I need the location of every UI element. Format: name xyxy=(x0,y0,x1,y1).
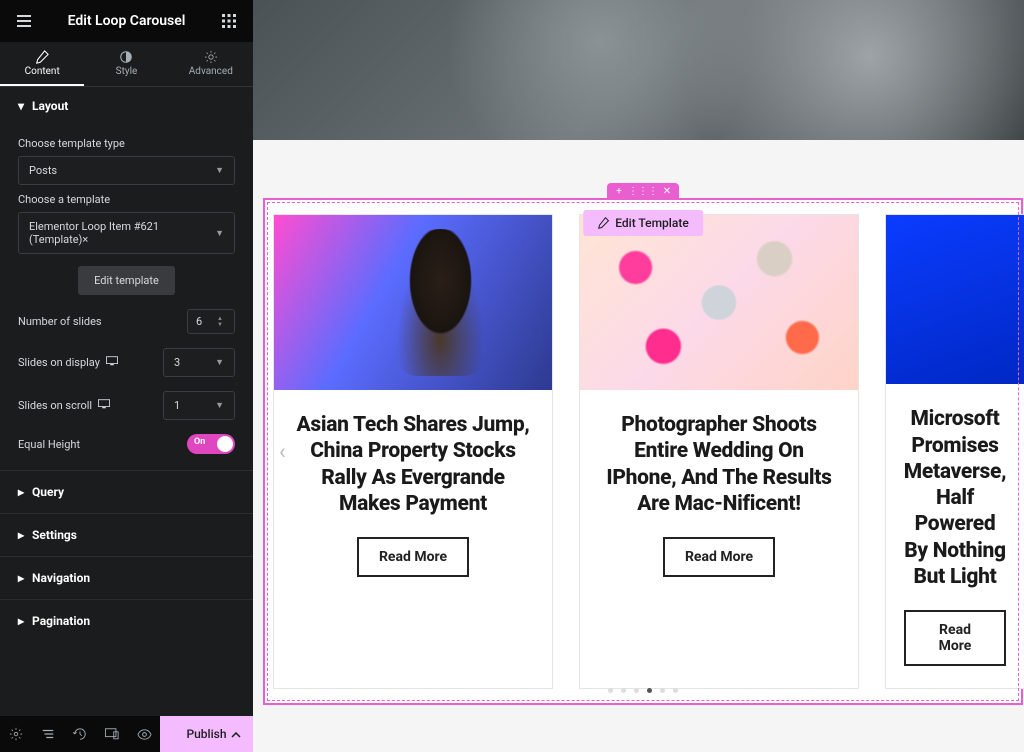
loop-carousel-widget[interactable]: + ⋮⋮⋮ ✕ Edit Template ‹ Asian Tech Share… xyxy=(263,198,1023,705)
edit-template-pill-label: Edit Template xyxy=(615,216,689,230)
section-title: Pagination xyxy=(32,614,90,628)
preview-icon[interactable] xyxy=(128,716,160,752)
sidebar-header: Edit Loop Carousel xyxy=(0,0,253,42)
select-value: Posts xyxy=(29,164,57,177)
select-value: 3 xyxy=(174,356,180,369)
card-image xyxy=(274,215,552,390)
equal-height-label: Equal Height xyxy=(18,438,80,451)
tab-label: Advanced xyxy=(189,66,233,77)
panel-body: ▾ Layout Choose template type Posts ▼ Ch… xyxy=(0,87,253,716)
select-value: 1 xyxy=(174,399,180,412)
pagination-dot[interactable] xyxy=(621,688,626,693)
section-navigation[interactable]: ▸ Navigation xyxy=(0,556,253,599)
edit-template-pill[interactable]: Edit Template xyxy=(583,210,703,236)
template-type-select[interactable]: Posts ▼ xyxy=(18,156,235,185)
toggle-value: On xyxy=(194,437,205,447)
publish-label: Publish xyxy=(186,727,226,741)
pagination-dot[interactable] xyxy=(673,688,678,693)
tab-label: Content xyxy=(25,66,60,77)
responsive-mode-icon[interactable] xyxy=(96,716,128,752)
widget-edit-handles: + ⋮⋮⋮ ✕ xyxy=(607,183,679,200)
publish-button[interactable]: Publish xyxy=(160,716,253,752)
hero-background-image xyxy=(253,0,1024,140)
template-type-label: Choose template type xyxy=(18,137,235,150)
responsive-icon[interactable] xyxy=(98,399,110,412)
stepper-arrows-icon: ▲▼ xyxy=(214,316,226,327)
menu-icon[interactable] xyxy=(12,9,36,33)
caret-right-icon: ▸ xyxy=(18,571,24,585)
pagination-dot[interactable] xyxy=(647,688,652,693)
tab-advanced[interactable]: Advanced xyxy=(169,42,253,86)
num-slides-input[interactable]: 6 ▲▼ xyxy=(187,309,235,334)
section-settings[interactable]: ▸ Settings xyxy=(0,513,253,556)
tab-content[interactable]: Content xyxy=(0,42,84,86)
pencil-icon xyxy=(597,217,609,229)
choose-template-select[interactable]: Elementor Loop Item #621 (Template)× ▼ xyxy=(18,212,235,254)
slides-scroll-row: Slides on scroll 1 ▼ xyxy=(18,391,235,420)
editor-sidebar: Edit Loop Carousel Content Style Advance… xyxy=(0,0,253,752)
section-title: Layout xyxy=(32,99,68,113)
preview-canvas: + ⋮⋮⋮ ✕ Edit Template ‹ Asian Tech Share… xyxy=(253,0,1024,752)
navigator-icon[interactable] xyxy=(32,716,64,752)
slides-display-select[interactable]: 3 ▼ xyxy=(163,348,235,377)
settings-icon[interactable] xyxy=(0,716,32,752)
card-image xyxy=(580,215,858,390)
delete-widget-icon[interactable]: ✕ xyxy=(655,183,679,200)
tab-label: Style xyxy=(116,66,138,77)
section-title: Navigation xyxy=(32,571,90,585)
section-title: Settings xyxy=(32,528,77,542)
slides-display-label: Slides on display xyxy=(18,356,118,369)
chevron-down-icon: ▼ xyxy=(215,357,224,368)
drag-handle-icon[interactable]: ⋮⋮⋮ xyxy=(631,183,655,200)
chevron-down-icon: ▼ xyxy=(215,400,224,411)
widgets-grid-icon[interactable] xyxy=(217,9,241,33)
carousel-prev-arrow[interactable]: ‹ xyxy=(279,439,286,464)
equal-height-row: Equal Height On xyxy=(18,434,235,454)
caret-right-icon: ▸ xyxy=(18,528,24,542)
sidebar-footer: Publish xyxy=(0,716,253,752)
number-of-slides-row: Number of slides 6 ▲▼ xyxy=(18,309,235,334)
history-icon[interactable] xyxy=(64,716,96,752)
pagination-dot[interactable] xyxy=(660,688,665,693)
section-layout-header[interactable]: ▾ Layout xyxy=(0,87,253,125)
input-value: 6 xyxy=(196,315,202,328)
carousel-pagination-dots xyxy=(608,688,678,693)
chevron-down-icon: ▼ xyxy=(215,165,224,176)
equal-height-toggle[interactable]: On xyxy=(187,434,235,454)
slides-scroll-label: Slides on scroll xyxy=(18,399,110,412)
select-value: Elementor Loop Item #621 (Template)× xyxy=(29,220,215,246)
caret-right-icon: ▸ xyxy=(18,614,24,628)
chevron-down-icon: ▼ xyxy=(215,228,224,239)
caret-down-icon: ▾ xyxy=(18,99,24,113)
pagination-dot[interactable] xyxy=(608,688,613,693)
choose-template-label: Choose a template xyxy=(18,193,235,206)
num-slides-label: Number of slides xyxy=(18,315,102,328)
section-pagination[interactable]: ▸ Pagination xyxy=(0,599,253,642)
slides-display-row: Slides on display 3 ▼ xyxy=(18,348,235,377)
tab-style[interactable]: Style xyxy=(84,42,168,86)
panel-title: Edit Loop Carousel xyxy=(36,13,217,29)
section-title: Query xyxy=(32,485,64,499)
section-query[interactable]: ▸ Query xyxy=(0,470,253,513)
editor-tabs: Content Style Advanced xyxy=(0,42,253,87)
edit-template-button[interactable]: Edit template xyxy=(78,266,175,295)
section-layout-body: Choose template type Posts ▼ Choose a te… xyxy=(0,125,253,470)
slides-scroll-select[interactable]: 1 ▼ xyxy=(163,391,235,420)
caret-right-icon: ▸ xyxy=(18,485,24,499)
responsive-icon[interactable] xyxy=(106,356,118,369)
pagination-dot[interactable] xyxy=(634,688,639,693)
chevron-up-icon xyxy=(231,727,241,741)
toggle-knob xyxy=(217,436,233,452)
